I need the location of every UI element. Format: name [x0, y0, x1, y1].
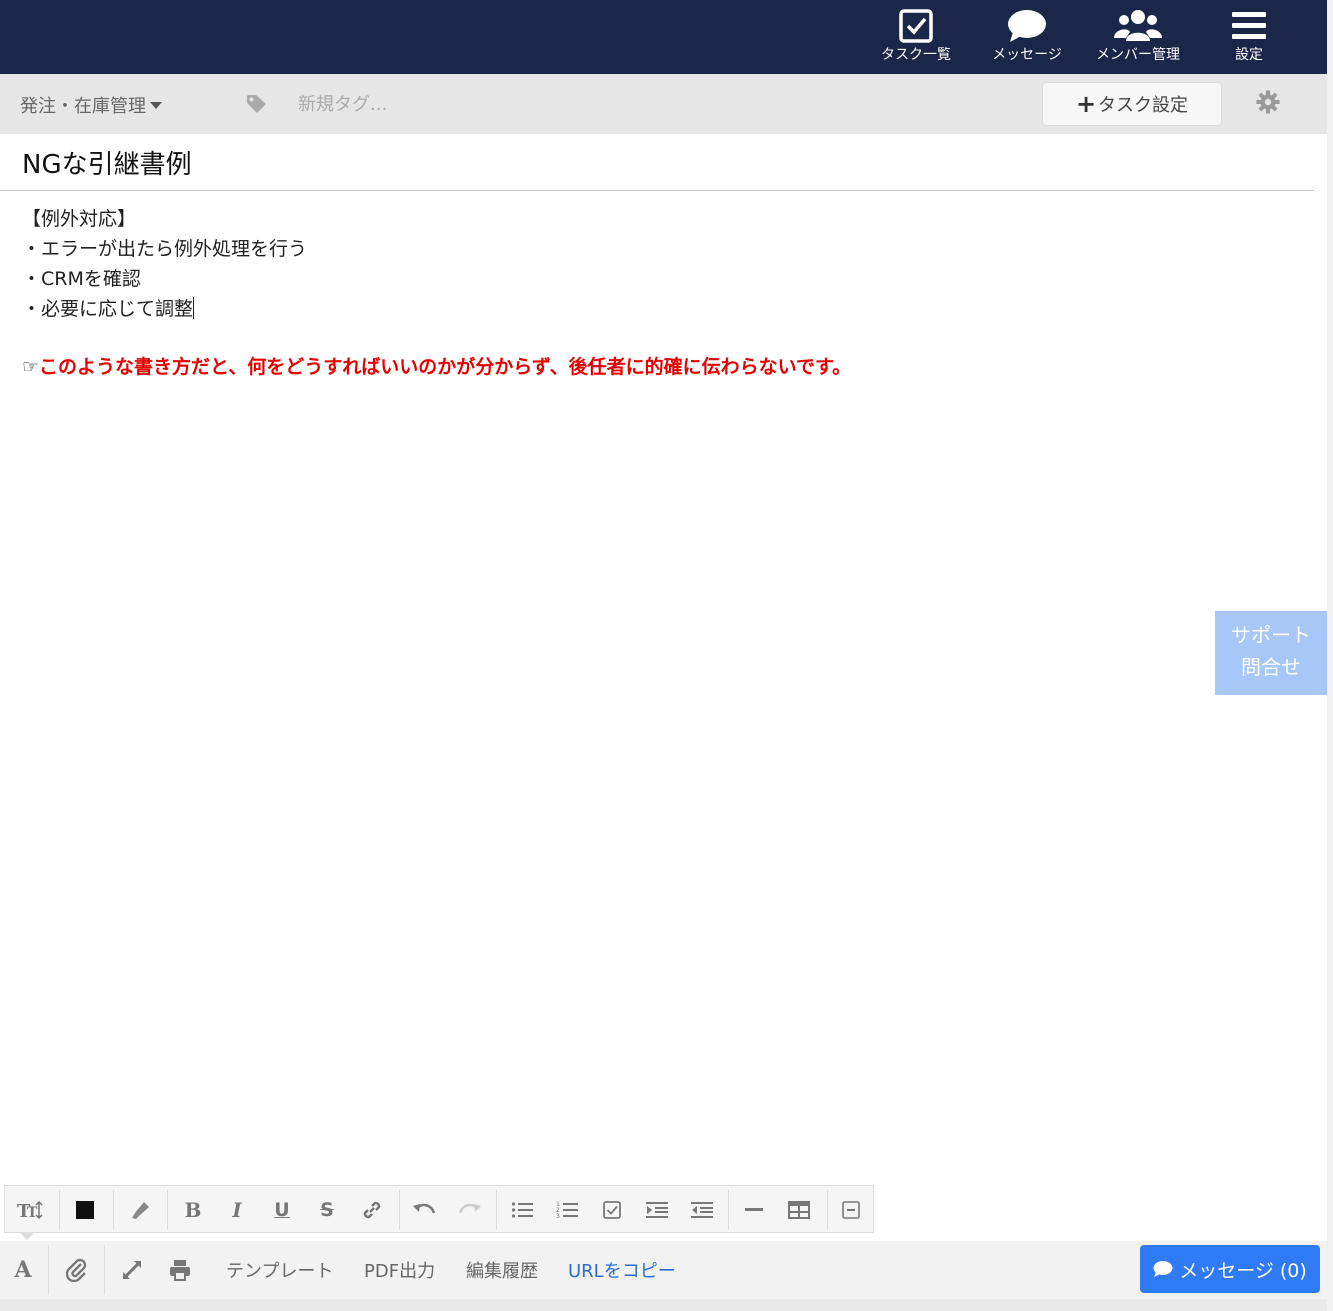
category-label: 発注・在庫管理 — [20, 96, 146, 117]
nav-settings-label: 設定 — [1235, 47, 1263, 63]
toolbar-divider — [827, 1190, 828, 1230]
highlighter-icon[interactable] — [125, 1195, 155, 1225]
support-line-2: 問合せ — [1241, 655, 1301, 679]
editor-blank-line — [22, 324, 1202, 352]
formatting-toolbar: TT B I U S 123 — [4, 1185, 874, 1233]
support-contact-tab[interactable]: サポート 問合せ — [1215, 611, 1327, 695]
svg-text:T: T — [27, 1205, 38, 1221]
text-format-icon[interactable]: A — [8, 1255, 38, 1285]
gear-icon[interactable] — [1256, 90, 1280, 114]
editor-line: ・CRMを確認 — [22, 268, 141, 290]
nav-member-management[interactable]: メンバー管理 — [1088, 6, 1188, 70]
nav-messages[interactable]: メッセージ — [977, 6, 1077, 70]
toolbar-divider — [167, 1190, 168, 1230]
app-root: タスク一覧 メッセージ メンバー管理 設定 発注・在庫管理 新規タグ... + … — [0, 0, 1333, 1311]
task-subbar: 発注・在庫管理 + タスク設定 — [0, 74, 1327, 134]
edit-history-link[interactable]: 編集履歴 — [466, 1257, 538, 1283]
warning-text: このような書き方だと、何をどうすればいいのかが分からず、後任者に的確に伝わらない… — [39, 356, 852, 378]
checklist-icon[interactable] — [597, 1195, 627, 1225]
italic-icon[interactable]: I — [222, 1195, 252, 1225]
link-icon[interactable] — [357, 1195, 387, 1225]
toolbar-divider — [113, 1190, 114, 1230]
toolbar-divider — [59, 1190, 60, 1230]
indent-icon[interactable] — [642, 1195, 672, 1225]
bottombar-divider — [104, 1245, 105, 1295]
editor-line: ・エラーが出たら例外処理を行う — [22, 238, 308, 260]
underline-icon[interactable]: U — [267, 1195, 297, 1225]
rich-text-editor[interactable]: 【例外対応】 ・エラーが出たら例外処理を行う ・CRMを確認 ・必要に応じて調整… — [22, 204, 1202, 382]
users-icon — [1114, 10, 1162, 41]
numbered-list-icon[interactable]: 123 — [552, 1195, 582, 1225]
pointing-hand-icon: ☞ — [22, 356, 40, 378]
toolbar-divider — [728, 1190, 729, 1230]
bottom-action-bar: A テンプレート PDF出力 編集履歴 URLをコピー メッセージ (0) — [0, 1241, 1327, 1299]
redo-icon[interactable] — [455, 1195, 485, 1225]
print-icon[interactable] — [165, 1255, 195, 1285]
toolbar-divider — [399, 1190, 400, 1230]
text-color-icon[interactable] — [70, 1195, 100, 1225]
top-navbar: タスク一覧 メッセージ メンバー管理 設定 — [0, 0, 1327, 74]
nav-member-management-label: メンバー管理 — [1096, 47, 1180, 63]
editor-warning-line: ☞このような書き方だと、何をどうすればいいのかが分からず、後任者に的確に伝わらな… — [22, 352, 1202, 382]
new-tag-input[interactable] — [288, 88, 588, 120]
horizontal-rule-icon[interactable] — [739, 1195, 769, 1225]
checkbox-icon — [899, 9, 933, 43]
hamburger-menu-icon — [1232, 12, 1266, 39]
bullet-list-icon[interactable] — [507, 1195, 537, 1225]
speech-bubble-icon — [1153, 1261, 1173, 1277]
collapse-icon[interactable] — [836, 1195, 866, 1225]
outdent-icon[interactable] — [687, 1195, 717, 1225]
table-icon[interactable] — [784, 1195, 814, 1225]
task-settings-label: タスク設定 — [1098, 95, 1189, 116]
plus-icon: + — [1075, 90, 1097, 118]
nav-task-list-label: タスク一覧 — [881, 47, 951, 63]
undo-icon[interactable] — [409, 1195, 439, 1225]
copy-url-link[interactable]: URLをコピー — [568, 1257, 676, 1283]
nav-messages-label: メッセージ — [992, 47, 1062, 63]
message-button[interactable]: メッセージ (0) — [1140, 1245, 1320, 1293]
paperclip-icon[interactable] — [62, 1255, 92, 1285]
bold-icon[interactable]: B — [178, 1195, 208, 1225]
bottombar-divider — [48, 1245, 49, 1295]
editor-line-text: ・必要に応じて調整 — [22, 298, 194, 320]
text-cursor — [193, 297, 195, 319]
font-size-icon[interactable]: TT — [15, 1195, 45, 1225]
svg-text:3: 3 — [556, 1213, 560, 1219]
toolbar-divider — [496, 1190, 497, 1230]
support-line-1: サポート — [1231, 623, 1311, 647]
right-scroll-edge — [1327, 0, 1333, 1311]
caret-down-icon — [150, 102, 162, 109]
pdf-export-link[interactable]: PDF出力 — [364, 1257, 435, 1283]
strikethrough-icon[interactable]: S — [312, 1195, 342, 1225]
expand-icon[interactable] — [117, 1255, 147, 1285]
tag-icon — [247, 95, 266, 113]
nav-settings[interactable]: 設定 — [1199, 6, 1299, 70]
template-link[interactable]: テンプレート — [226, 1257, 333, 1283]
category-dropdown[interactable]: 発注・在庫管理 — [20, 92, 162, 118]
message-button-label: メッセージ (0) — [1179, 1259, 1307, 1282]
editor-line: 【例外対応】 — [22, 208, 137, 230]
bottom-edge — [0, 1299, 1333, 1311]
toolbar-pointer — [20, 1233, 34, 1240]
editor-line-last: ・必要に応じて調整 — [22, 294, 1202, 324]
nav-task-list[interactable]: タスク一覧 — [866, 6, 966, 70]
task-title-input[interactable] — [0, 134, 1314, 191]
speech-bubble-icon — [1008, 10, 1046, 42]
task-settings-button[interactable]: + タスク設定 — [1042, 82, 1222, 126]
